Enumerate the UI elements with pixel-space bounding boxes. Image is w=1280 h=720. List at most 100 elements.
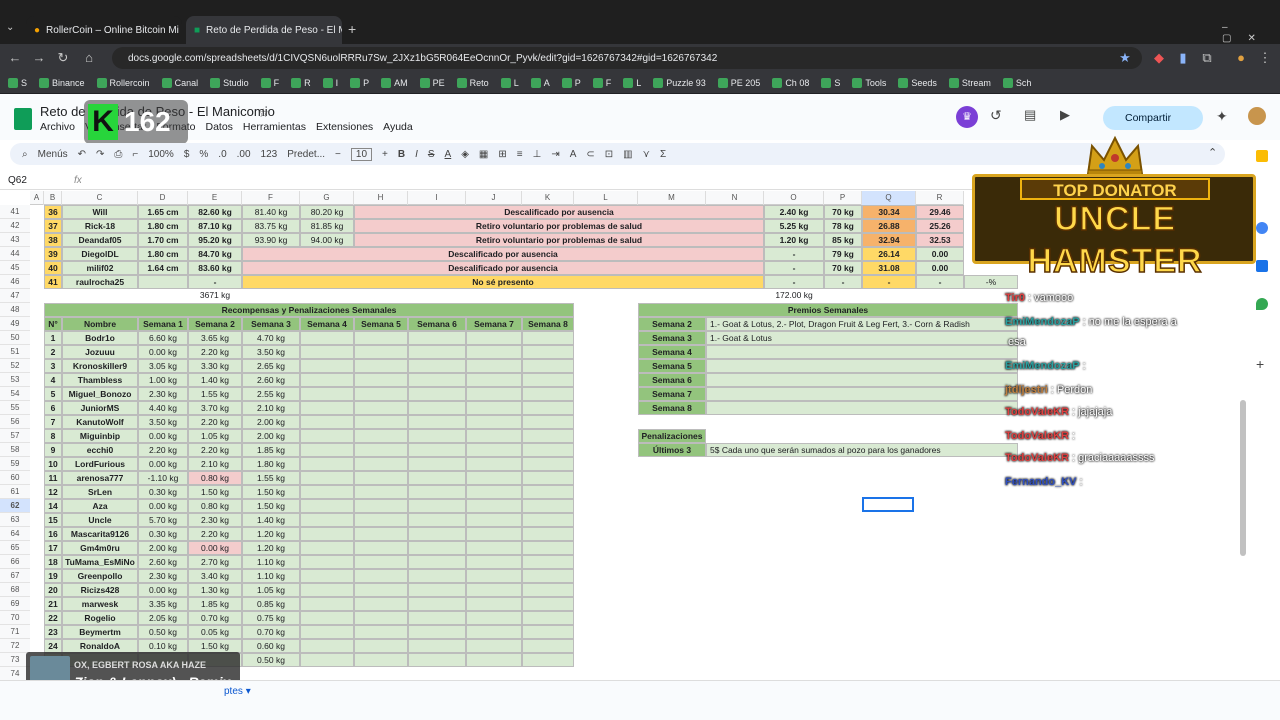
functions-icon[interactable]: Σ xyxy=(660,149,666,160)
rewards-cell[interactable]: 14 xyxy=(44,499,62,513)
row-header[interactable]: 54 xyxy=(0,387,30,401)
rewards-cell[interactable] xyxy=(408,415,466,429)
rewards-cell[interactable]: 1.20 kg xyxy=(242,527,300,541)
rewards-cell[interactable]: 0.00 kg xyxy=(188,541,242,555)
row-header[interactable]: 55 xyxy=(0,401,30,415)
height-cell[interactable]: 1.64 cm xyxy=(138,261,188,275)
rewards-cell[interactable]: 1.80 kg xyxy=(242,457,300,471)
rewards-header[interactable]: Semana 8 xyxy=(522,317,574,331)
imc-current[interactable]: 0.00 xyxy=(916,247,964,261)
rewards-cell[interactable]: 0.10 kg xyxy=(138,639,188,653)
rewards-cell[interactable]: 3 xyxy=(44,359,62,373)
undo-icon[interactable]: ↶ xyxy=(78,149,86,160)
rewards-cell[interactable]: 15 xyxy=(44,513,62,527)
imc-current[interactable]: 29.46 xyxy=(916,205,964,219)
rewards-cell[interactable]: 1.05 kg xyxy=(188,429,242,443)
rewards-cell[interactable] xyxy=(300,387,354,401)
rewards-cell[interactable]: 2.05 kg xyxy=(138,611,188,625)
rewards-cell[interactable] xyxy=(408,513,466,527)
rewards-cell[interactable] xyxy=(522,485,574,499)
prize-text[interactable] xyxy=(706,373,1018,387)
rewards-cell[interactable] xyxy=(354,499,408,513)
rewards-cell[interactable] xyxy=(354,555,408,569)
browser-tab-active[interactable]: ■Reto de Perdida de Peso - El M✕ xyxy=(186,16,342,44)
rewards-cell[interactable] xyxy=(300,331,354,345)
bookmark-item[interactable]: Studio xyxy=(210,77,249,88)
rewards-cell[interactable]: 1.50 kg xyxy=(188,485,242,499)
weight-lost[interactable]: 1.20 kg xyxy=(764,233,824,247)
rewards-name[interactable]: Miguel_Bonozo xyxy=(62,387,138,401)
rewards-cell[interactable] xyxy=(354,639,408,653)
goal-weight[interactable]: 85 kg xyxy=(824,233,862,247)
rewards-cell[interactable]: 0.00 kg xyxy=(138,457,188,471)
rewards-cell[interactable] xyxy=(408,639,466,653)
increase-decimal-button[interactable]: .00 xyxy=(237,149,251,160)
imc-current[interactable]: - xyxy=(916,275,964,289)
rewards-cell[interactable]: 0.30 kg xyxy=(138,485,188,499)
bookmark-item[interactable]: P xyxy=(561,77,581,88)
kebab-menu-icon[interactable]: ⋮ xyxy=(1256,49,1274,67)
prize-week[interactable]: Semana 2 xyxy=(638,317,706,331)
row-number[interactable]: 38 xyxy=(44,233,62,247)
zoom-select[interactable]: 100% xyxy=(148,149,174,160)
rewards-cell[interactable]: 1 xyxy=(44,331,62,345)
rewards-cell[interactable] xyxy=(522,345,574,359)
rewards-cell[interactable] xyxy=(300,429,354,443)
participant-name[interactable]: Will xyxy=(62,205,138,219)
rewards-cell[interactable]: 2.20 kg xyxy=(188,345,242,359)
rewards-title[interactable]: Recompensas y Penalizaciones Semanales xyxy=(44,303,574,317)
chart-icon[interactable]: ▥ xyxy=(623,149,632,160)
column-header-m[interactable]: M xyxy=(638,191,706,205)
bookmark-item[interactable]: Puzzle 93 xyxy=(653,77,706,88)
rewards-cell[interactable] xyxy=(408,443,466,457)
row-header[interactable]: 65 xyxy=(0,541,30,555)
rewards-cell[interactable] xyxy=(522,401,574,415)
row-header[interactable]: 72 xyxy=(0,639,30,653)
rewards-cell[interactable] xyxy=(466,625,522,639)
rewards-cell[interactable]: 12 xyxy=(44,485,62,499)
rewards-cell[interactable] xyxy=(354,345,408,359)
column-header-j[interactable]: J xyxy=(466,191,522,205)
row-header[interactable]: 42 xyxy=(0,219,30,233)
share-button[interactable]: Compartir xyxy=(1103,106,1203,130)
rewards-cell[interactable] xyxy=(466,401,522,415)
participant-name[interactable]: raulrocha25 xyxy=(62,275,138,289)
rewards-cell[interactable] xyxy=(300,471,354,485)
row-number[interactable]: 39 xyxy=(44,247,62,261)
rewards-cell[interactable] xyxy=(300,457,354,471)
rewards-cell[interactable] xyxy=(354,513,408,527)
add-addon-icon[interactable]: + xyxy=(1256,356,1264,372)
prize-text[interactable]: 1.- Goat & Lotus xyxy=(706,331,1018,345)
menu-item[interactable]: Archivo xyxy=(40,121,75,133)
bookmark-item[interactable]: Rollercoin xyxy=(96,77,150,88)
rewards-cell[interactable] xyxy=(300,541,354,555)
rewards-cell[interactable] xyxy=(354,331,408,345)
row-header[interactable]: 49 xyxy=(0,317,30,331)
weight-lost[interactable]: 5.25 kg xyxy=(764,219,824,233)
rewards-name[interactable]: RonaldoA xyxy=(62,639,138,653)
rewards-cell[interactable]: 1.10 kg xyxy=(242,569,300,583)
imc-start[interactable]: 26.88 xyxy=(862,219,916,233)
menu-item[interactable]: Ayuda xyxy=(383,121,413,133)
row-header[interactable]: 57 xyxy=(0,429,30,443)
row-header[interactable]: 59 xyxy=(0,457,30,471)
row-header[interactable]: 53 xyxy=(0,373,30,387)
rewards-cell[interactable] xyxy=(300,569,354,583)
prizes-title[interactable]: Premios Semanales xyxy=(638,303,1018,317)
rewards-cell[interactable]: 2.30 kg xyxy=(138,569,188,583)
bookmark-item[interactable]: Sch xyxy=(1002,77,1031,88)
rewards-cell[interactable] xyxy=(408,387,466,401)
link-icon[interactable]: ⊂ xyxy=(586,149,594,160)
rewards-name[interactable]: marwesk xyxy=(62,597,138,611)
extension-icon[interactable]: ◆ xyxy=(1150,49,1168,67)
penalties-label[interactable]: Últimos 3 xyxy=(638,443,706,457)
rewards-cell[interactable] xyxy=(300,639,354,653)
rewards-cell[interactable] xyxy=(522,569,574,583)
rewards-cell[interactable] xyxy=(354,471,408,485)
extension-icon[interactable]: ▮ xyxy=(1174,49,1192,67)
rewards-cell[interactable] xyxy=(466,415,522,429)
rewards-cell[interactable] xyxy=(522,387,574,401)
imc-start[interactable]: - xyxy=(862,275,916,289)
rewards-cell[interactable]: 11 xyxy=(44,471,62,485)
bookmark-item[interactable]: Seeds xyxy=(898,77,937,88)
